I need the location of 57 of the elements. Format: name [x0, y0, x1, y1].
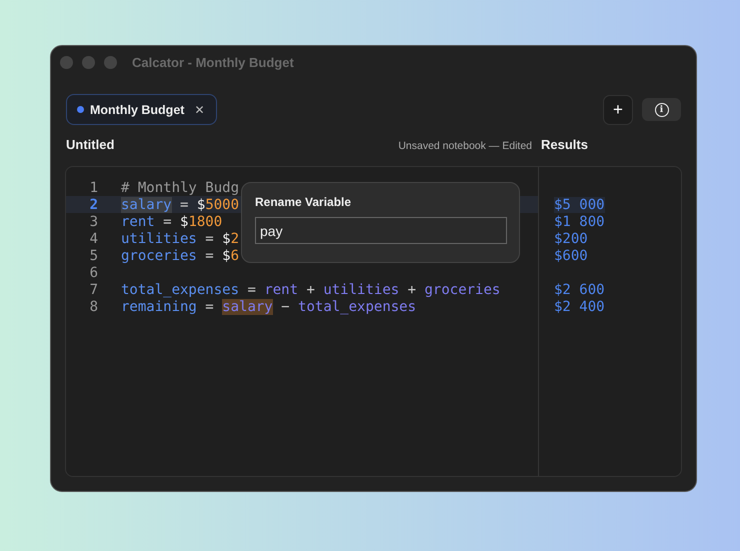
rename-input-field[interactable]: pay [255, 217, 507, 244]
code-token: rent [121, 214, 155, 230]
code-token: utilities [121, 230, 197, 246]
code-token: salary [222, 298, 273, 314]
code-token: + [406, 282, 418, 298]
popover-title: Rename Variable [255, 195, 352, 209]
code-token: # Monthly Budg [121, 180, 240, 196]
line-number: 4 [88, 230, 98, 246]
zoom-window-button[interactable] [104, 56, 117, 68]
window-title: Calcator - Monthly Budget [132, 54, 294, 70]
code-token: remaining [121, 298, 197, 314]
code-token: salary [121, 196, 172, 212]
code-token: total_expenses [121, 282, 240, 298]
code-token: = [179, 196, 190, 212]
notebook-tab[interactable]: Monthly Budget ✕ [66, 94, 218, 125]
code-token: = [204, 248, 215, 264]
code-token: total_expenses [298, 298, 416, 314]
results-title: Results [541, 137, 589, 152]
result-value: $1 800 [554, 214, 605, 230]
code-token: rent [264, 282, 298, 298]
code-token: groceries [424, 282, 500, 298]
result-value: $2 400 [554, 298, 605, 314]
line-number: 2 [88, 196, 98, 212]
add-button[interactable]: + [603, 94, 633, 124]
line-number: 5 [88, 248, 98, 264]
info-button[interactable]: i [642, 98, 681, 121]
code-token: 2 [230, 230, 240, 246]
code-token: $ [180, 214, 188, 230]
minimize-window-button[interactable] [82, 56, 95, 68]
code-token: 1800 [188, 214, 222, 230]
result-value: $5 000 [554, 196, 605, 212]
line-number: 1 [88, 180, 98, 196]
code-token: = [246, 282, 257, 298]
code-token: 6 [230, 248, 240, 264]
code-token: − [280, 298, 291, 314]
result-value: $2 600 [554, 282, 605, 298]
code-token: utilities [323, 282, 400, 298]
code-token: 5000 [205, 196, 240, 212]
code-token: + [305, 282, 316, 298]
close-tab-button[interactable]: ✕ [190, 102, 204, 116]
line-number: 6 [88, 264, 98, 280]
status-text: Unsaved notebook — Edited [398, 140, 532, 152]
editor-title: Untitled [66, 137, 116, 152]
tab-label: Monthly Budget [90, 102, 184, 116]
line-number: 3 [88, 214, 98, 230]
code-token: $ [222, 248, 231, 264]
code-token: $ [222, 230, 231, 246]
code-token: $ [196, 196, 206, 212]
close-window-button[interactable] [60, 56, 73, 68]
code-token: = [162, 214, 173, 230]
line-number: 8 [88, 298, 98, 314]
code-token: = [204, 230, 215, 246]
line-number: 7 [88, 282, 98, 298]
code-token: = [204, 298, 215, 314]
code-token: groceries [121, 248, 197, 264]
result-value: $600 [554, 248, 588, 264]
result-value: $200 [554, 230, 588, 246]
